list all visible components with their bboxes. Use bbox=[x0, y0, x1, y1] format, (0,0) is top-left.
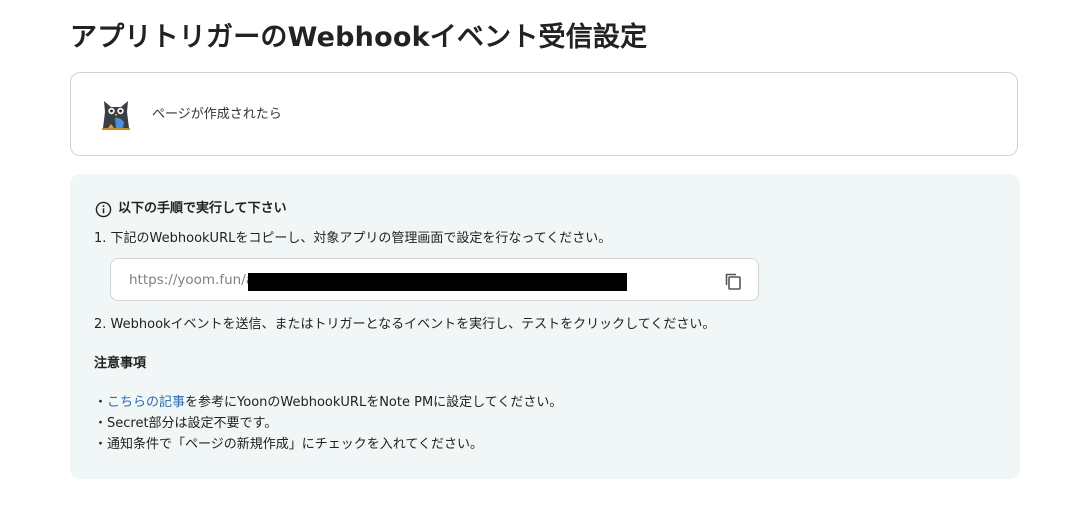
notes-heading: 注意事項 bbox=[94, 356, 147, 371]
note-3: ・通知条件で「ページの新規作成」にチェックを入れてください。 bbox=[94, 437, 483, 452]
webhook-url-field[interactable]: https://yoom.fun/a bbox=[110, 258, 759, 301]
note-1: ・こちらの記事を参考にYoonのWebhookURLをNote PMに設定してく… bbox=[94, 394, 562, 412]
note-1-prefix: ・ bbox=[94, 395, 108, 410]
webhook-url-text[interactable]: https://yoom.fun/a bbox=[129, 271, 254, 289]
instructions-panel: 以下の手順で実行して下さい 1. 下記のWebhookURLをコピーし、対象アプ… bbox=[70, 174, 1020, 479]
article-link[interactable]: こちらの記事 bbox=[107, 395, 185, 410]
note-1-rest: を参考にYoonのWebhookURLをNote PMに設定してください。 bbox=[185, 395, 563, 410]
note-2: ・Secret部分は設定不要です。 bbox=[94, 416, 278, 431]
instructions-heading: 以下の手順で実行して下さい bbox=[95, 200, 287, 218]
owl-app-logo-icon bbox=[102, 101, 130, 130]
page-title: アプリトリガーのWebhookイベント受信設定 bbox=[70, 22, 648, 53]
trigger-card: ページが作成されたら bbox=[70, 72, 1018, 156]
cut-off-text-fragment bbox=[96, 0, 118, 1]
trigger-label: ページが作成されたら bbox=[152, 107, 282, 122]
step-2-text: 2. Webhookイベントを送信、またはトリガーとなるイベントを実行し、テスト… bbox=[94, 317, 716, 332]
step-1-text: 1. 下記のWebhookURLをコピーし、対象アプリの管理画面で設定を行なって… bbox=[94, 231, 612, 246]
info-icon bbox=[95, 201, 112, 217]
copy-icon[interactable] bbox=[723, 271, 743, 291]
instructions-heading-text: 以下の手順で実行して下さい bbox=[118, 201, 287, 216]
redaction-bar bbox=[248, 273, 627, 291]
page-root: アプリトリガーのWebhookイベント受信設定 ページが作成されたら 以下の手順… bbox=[0, 0, 1068, 512]
